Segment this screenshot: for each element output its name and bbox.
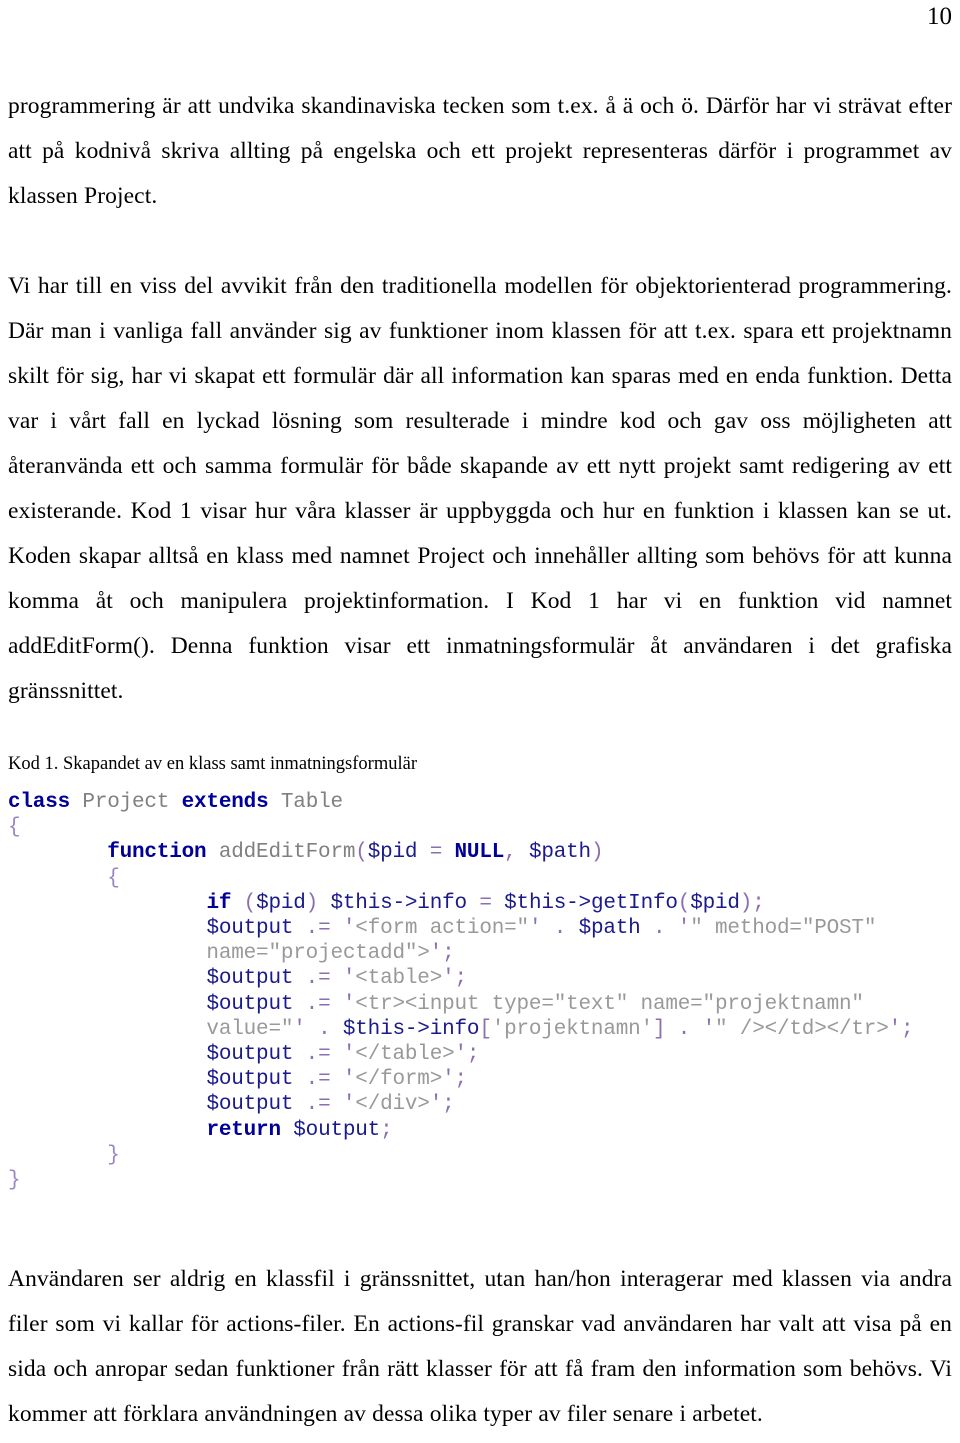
code-token-punct: = — [479, 891, 492, 915]
code-token-keyword: return — [206, 1118, 281, 1142]
code-token-string: " /></td></tr> — [714, 1017, 889, 1041]
code-token-variable: $output — [206, 917, 294, 941]
code-token-parentclass: Table — [280, 791, 343, 814]
code-token-punct: ' — [293, 1017, 306, 1041]
code-token-punct: ] — [652, 1017, 666, 1041]
code-token-variable: $output — [206, 967, 294, 991]
code-token-variable: $this->getInfo — [504, 891, 678, 915]
code-token-keyword: NULL — [454, 841, 505, 865]
code-token-punct: ' — [528, 917, 542, 941]
code-token-variable: $path — [578, 917, 641, 941]
code-token-punct: ' — [702, 1017, 716, 1041]
code-token-punct: ' — [342, 917, 356, 941]
paragraph-3: Användaren ser aldrig en klassfil i grän… — [8, 1266, 952, 1428]
code-token-variable: $path — [528, 841, 591, 865]
code-token-string: </form> — [355, 1068, 443, 1092]
code-token-variable: $output — [206, 1043, 294, 1067]
code-token-punct: . — [318, 1017, 331, 1041]
code-token-punct: ' — [677, 917, 691, 941]
code-token-string: <table> — [355, 967, 443, 991]
code-token-string: </table> — [355, 1043, 455, 1067]
code-token-keyword: class — [8, 791, 71, 814]
document-page: 10 programmering är att undvika skandina… — [0, 0, 960, 1443]
code-token-variable: $pid — [256, 891, 306, 915]
code-token-variable: $output — [293, 1118, 381, 1142]
code-token-punct: , — [504, 841, 517, 865]
code-token-functionname: addEditForm — [218, 841, 356, 865]
code-token-variable: $this->info — [330, 891, 467, 915]
code-token-variable: $this->info — [342, 1017, 480, 1041]
code-token-variable: $pid — [367, 841, 418, 865]
code-token-punct: ' — [342, 1093, 356, 1117]
code-block: class Project extends Table { function a… — [8, 790, 952, 1193]
code-token-punct: ' — [342, 1043, 356, 1067]
code-token-punct: ) — [305, 891, 319, 915]
code-token-punct: '; — [442, 1068, 467, 1092]
code-token-punct: '; — [888, 1017, 914, 1041]
code-token-punct: .= — [305, 992, 331, 1016]
code-token-punct: '; — [429, 942, 455, 966]
code-token-punct: = — [429, 841, 443, 865]
code-token-punct: .= — [305, 967, 331, 991]
code-token-punct: ) — [590, 841, 604, 865]
code-token-punct: . — [677, 1017, 691, 1041]
paragraph-1: programmering är att undvika skandinavis… — [8, 93, 952, 209]
code-token-variable: $output — [206, 992, 294, 1016]
code-token-punct: .= — [305, 917, 331, 941]
code-token-punct: ' — [342, 1068, 356, 1092]
code-token-string: 'projektnamn' — [491, 1017, 653, 1041]
code-token-brace: { — [8, 816, 21, 840]
code-token-keyword: if — [206, 891, 232, 915]
code-token-punct: '; — [429, 1093, 455, 1117]
code-token-brace: } — [8, 1169, 21, 1193]
code-token-punct: ( — [355, 841, 368, 865]
code-token-brace: } — [107, 1143, 120, 1167]
code-token-punct: ( — [677, 891, 691, 915]
code-token-punct: ); — [739, 891, 765, 915]
code-token-punct: ; — [380, 1118, 393, 1142]
code-token-punct: . — [652, 917, 666, 941]
code-token-variable: $output — [206, 1068, 294, 1092]
code-token-punct: [ — [479, 1017, 492, 1041]
paragraph-2: Vi har till en viss del avvikit från den… — [8, 273, 952, 704]
code-token-variable: $pid — [690, 891, 740, 915]
page-body-column: programmering är att undvika skandinavis… — [8, 0, 952, 1437]
code-token-variable: $output — [206, 1093, 294, 1117]
code-token-punct: .= — [305, 1043, 331, 1067]
code-token-keyword: extends — [181, 791, 269, 814]
code-caption: Kod 1. Skapandet av en klass samt inmatn… — [8, 754, 417, 774]
code-token-string: <form action=" — [355, 917, 529, 941]
code-token-punct: .= — [305, 1093, 331, 1117]
code-token-classname: Project — [82, 791, 170, 814]
code-token-punct: ' — [342, 967, 356, 991]
code-token-brace: { — [107, 866, 120, 890]
code-token-punct: '; — [454, 1043, 480, 1067]
code-token-punct: '; — [442, 967, 467, 991]
code-token-punct: ' — [342, 992, 356, 1016]
code-token-punct: .= — [305, 1068, 331, 1092]
code-token-punct: . — [553, 917, 567, 941]
code-token-keyword: function — [107, 841, 207, 865]
code-token-string: </div> — [355, 1093, 430, 1117]
code-token-punct: ( — [243, 891, 257, 915]
